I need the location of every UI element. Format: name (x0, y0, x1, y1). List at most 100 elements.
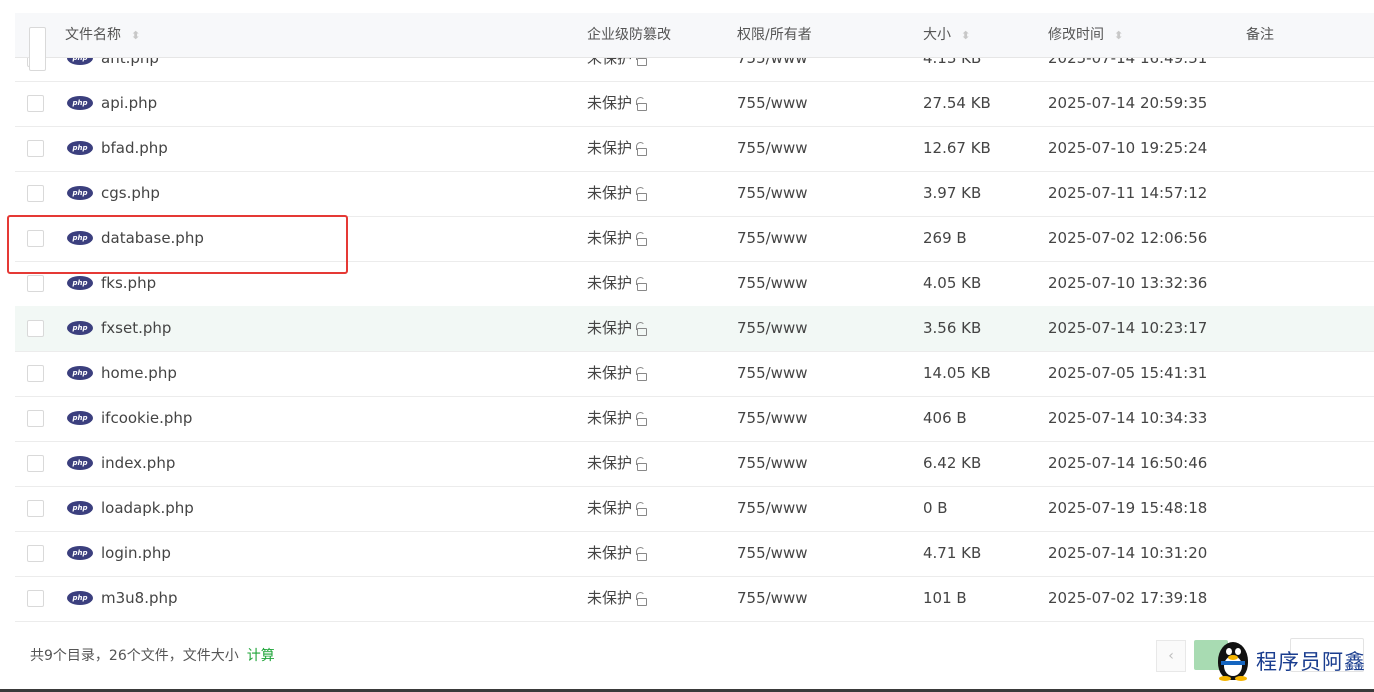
table-row[interactable]: php api.php 未保护 755/www 27.54 KB 2025-07-14 2… (15, 81, 1374, 127)
table-row[interactable]: php fxset.php 未保护 755/www 3.56 KB 2025-07-14 … (15, 306, 1374, 352)
file-size: 27.54 KB (923, 94, 991, 112)
php-file-icon: php (67, 591, 93, 605)
permission-link[interactable]: 755/www (737, 306, 808, 351)
protect-status[interactable]: 未保护 (587, 261, 648, 306)
protect-status[interactable]: 未保护 (587, 531, 648, 576)
row-checkbox[interactable] (27, 500, 44, 517)
file-size: 269 B (923, 229, 967, 247)
unlock-icon (635, 276, 648, 291)
file-name-link[interactable]: home.php (101, 351, 177, 396)
protect-status[interactable]: 未保护 (587, 81, 648, 126)
modified-time: 2025-07-14 10:23:17 (1048, 319, 1208, 337)
table-row[interactable]: php cgs.php 未保护 755/www 3.97 KB 2025-07-11 14… (15, 171, 1374, 217)
php-file-icon: php (67, 546, 93, 560)
unlock-icon (635, 366, 648, 381)
unlock-icon (635, 321, 648, 336)
file-name-link[interactable]: api.php (101, 81, 157, 126)
modified-time: 2025-07-10 13:32:36 (1048, 274, 1208, 292)
header-mtime[interactable]: 修改时间 ⬍ (1048, 13, 1124, 58)
file-name-link[interactable]: bfad.php (101, 126, 168, 171)
row-checkbox[interactable] (27, 95, 44, 112)
unlock-icon (635, 546, 648, 561)
file-size: 3.97 KB (923, 184, 982, 202)
file-name-link[interactable]: index.php (101, 441, 175, 486)
modified-time: 2025-07-14 20:59:35 (1048, 94, 1208, 112)
protect-status[interactable]: 未保护 (587, 216, 648, 261)
permission-link[interactable]: 755/www (737, 171, 808, 216)
permission-link[interactable]: 755/www (737, 441, 808, 486)
row-checkbox[interactable] (27, 275, 44, 292)
table-row[interactable]: php index.php 未保护 755/www 6.42 KB 2025-07-14 … (15, 441, 1374, 487)
php-file-icon: php (67, 96, 93, 110)
file-name-link[interactable]: login.php (101, 531, 171, 576)
table-row[interactable]: php ifcookie.php 未保护 755/www 406 B 2025-07-14… (15, 396, 1374, 442)
file-size: 14.05 KB (923, 364, 991, 382)
permission-link[interactable]: 755/www (737, 351, 808, 396)
header-protect: 企业级防篡改 (587, 27, 671, 43)
unlock-icon (635, 96, 648, 111)
protect-status[interactable]: 未保护 (587, 441, 648, 486)
unlock-icon (635, 591, 648, 606)
modified-time: 2025-07-11 14:57:12 (1048, 184, 1208, 202)
modified-time: 2025-07-14 16:50:46 (1048, 454, 1208, 472)
permission-link[interactable]: 755/www (737, 576, 808, 621)
row-checkbox[interactable] (27, 320, 44, 337)
highlight-box (7, 215, 348, 274)
table-row[interactable]: php m3u8.php 未保护 755/www 101 B 2025-07-02 17:… (15, 576, 1374, 622)
file-name-link[interactable]: cgs.php (101, 171, 160, 216)
protect-status[interactable]: 未保护 (587, 351, 648, 396)
table-row[interactable]: php loadapk.php 未保护 755/www 0 B 2025-07-19 15… (15, 486, 1374, 532)
file-name-link[interactable]: ifcookie.php (101, 396, 192, 441)
permission-link[interactable]: 755/www (737, 126, 808, 171)
sort-icon[interactable]: ⬍ (961, 14, 971, 58)
sort-icon[interactable]: ⬍ (1114, 14, 1124, 58)
row-checkbox[interactable] (27, 590, 44, 607)
select-all-checkbox[interactable] (29, 27, 46, 71)
permission-link[interactable]: 755/www (737, 531, 808, 576)
table-row[interactable]: php bfad.php 未保护 755/www 12.67 KB 2025-07-10 … (15, 126, 1374, 172)
permission-link[interactable]: 755/www (737, 486, 808, 531)
modified-time: 2025-07-02 17:39:18 (1048, 589, 1208, 607)
row-checkbox[interactable] (27, 140, 44, 157)
file-size: 3.56 KB (923, 319, 982, 337)
permission-link[interactable]: 755/www (737, 216, 808, 261)
header-note: 备注 (1246, 27, 1274, 43)
permission-link[interactable]: 755/www (737, 396, 808, 441)
header-perm: 权限/所有者 (737, 27, 812, 43)
modified-time: 2025-07-19 15:48:18 (1048, 499, 1208, 517)
sort-icon[interactable]: ⬍ (131, 14, 141, 58)
modified-time: 2025-07-02 12:06:56 (1048, 229, 1208, 247)
modified-time: 2025-07-05 15:41:31 (1048, 364, 1208, 382)
permission-link[interactable]: 755/www (737, 261, 808, 306)
file-name-link[interactable]: m3u8.php (101, 576, 178, 621)
table-row[interactable]: php login.php 未保护 755/www 4.71 KB 2025-07-14 … (15, 531, 1374, 577)
table-row[interactable]: php home.php 未保护 755/www 14.05 KB 2025-07-05 … (15, 351, 1374, 397)
php-file-icon: php (67, 411, 93, 425)
row-checkbox[interactable] (27, 365, 44, 382)
file-size: 12.67 KB (923, 139, 991, 157)
php-file-icon: php (67, 141, 93, 155)
php-file-icon: php (67, 321, 93, 335)
header-name[interactable]: 文件名称 ⬍ (65, 13, 141, 58)
header-size[interactable]: 大小 ⬍ (923, 13, 971, 58)
row-checkbox[interactable] (27, 410, 44, 427)
unlock-icon (635, 231, 648, 246)
protect-status[interactable]: 未保护 (587, 306, 648, 351)
file-name-link[interactable]: loadapk.php (101, 486, 194, 531)
permission-link[interactable]: 755/www (737, 81, 808, 126)
row-checkbox[interactable] (27, 545, 44, 562)
protect-status[interactable]: 未保护 (587, 171, 648, 216)
protect-status[interactable]: 未保护 (587, 396, 648, 441)
php-file-icon: php (67, 276, 93, 290)
file-name-link[interactable]: fxset.php (101, 306, 171, 351)
table-header: 文件名称 ⬍ 企业级防篡改 权限/所有者 大小 ⬍ 修改时间 ⬍ 备注 (15, 13, 1374, 71)
qq-penguin-icon (1214, 640, 1252, 682)
prev-page-button[interactable]: ‹ (1156, 640, 1186, 672)
row-checkbox[interactable] (27, 455, 44, 472)
protect-status[interactable]: 未保护 (587, 576, 648, 621)
protect-status[interactable]: 未保护 (587, 486, 648, 531)
calculate-link[interactable]: 计算 (247, 648, 275, 664)
unlock-icon (635, 501, 648, 516)
protect-status[interactable]: 未保护 (587, 126, 648, 171)
row-checkbox[interactable] (27, 185, 44, 202)
